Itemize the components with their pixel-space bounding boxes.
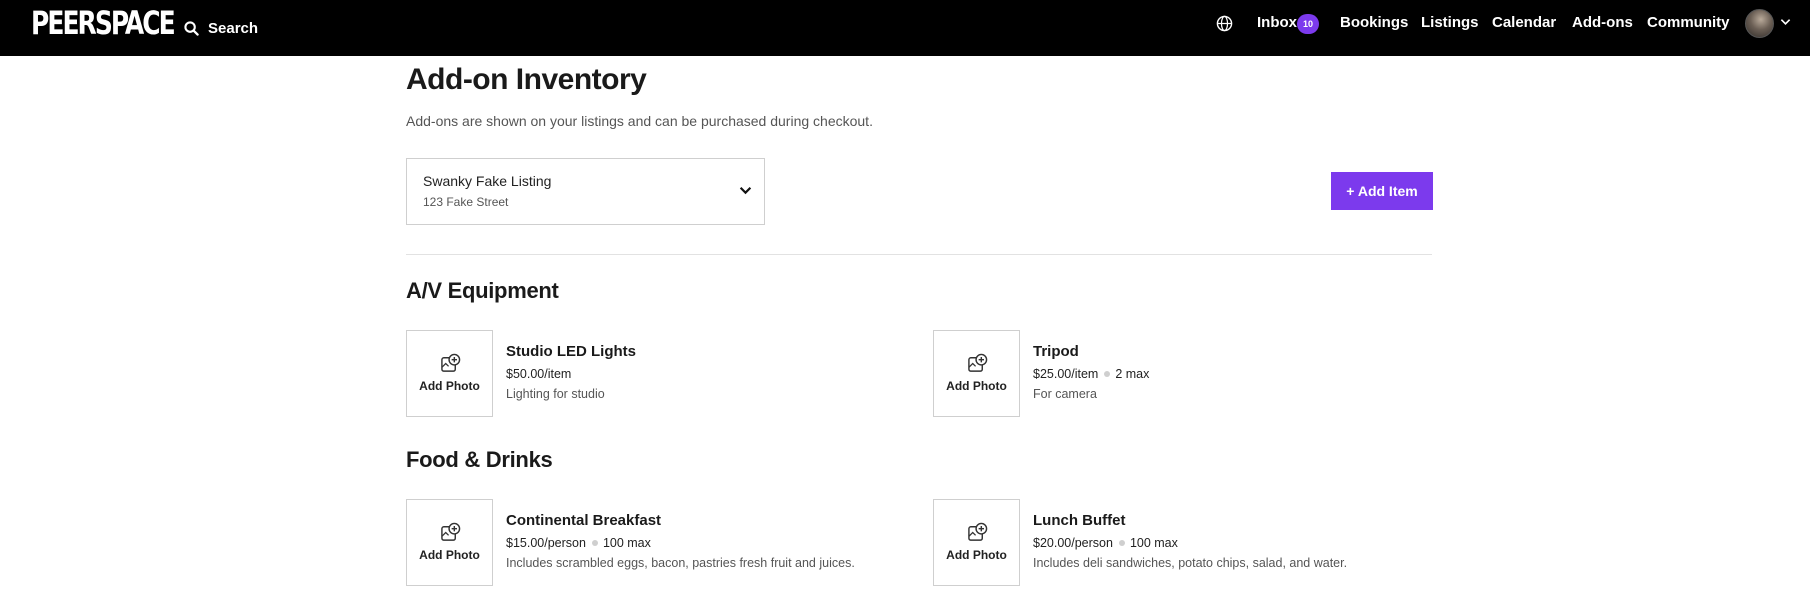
item-price: $20.00/person xyxy=(1033,536,1113,550)
item-name[interactable]: Tripod xyxy=(1033,343,1079,360)
addon-card: Add Photo Tripod $25.00/item 2 max For c… xyxy=(933,330,1453,418)
item-price-row: $15.00/person 100 max xyxy=(506,536,651,550)
divider xyxy=(406,254,1432,255)
item-price-row: $25.00/item 2 max xyxy=(1033,367,1149,381)
add-photo-label: Add Photo xyxy=(419,379,480,393)
separator-dot xyxy=(591,540,598,546)
item-description: Includes scrambled eggs, bacon, pastries… xyxy=(506,556,855,570)
section-title-food-drinks: Food & Drinks xyxy=(406,447,553,472)
addon-card: Add Photo Studio LED Lights $50.00/item … xyxy=(406,330,926,418)
inbox-count-badge: 10 xyxy=(1297,14,1319,34)
nav-calendar[interactable]: Calendar xyxy=(1492,14,1556,32)
nav-addons[interactable]: Add-ons xyxy=(1572,14,1633,32)
add-photo-icon xyxy=(441,522,461,541)
item-description: Includes deli sandwiches, potato chips, … xyxy=(1033,556,1348,570)
add-photo-label: Add Photo xyxy=(419,548,480,562)
item-price: $50.00/item xyxy=(506,367,572,381)
separator-dot xyxy=(1104,371,1111,377)
section-title-av-equipment: A/V Equipment xyxy=(406,278,559,303)
page-subtitle: Add-ons are shown on your listings and c… xyxy=(406,113,873,129)
page-title: Add-on Inventory xyxy=(406,63,647,96)
addon-card: Add Photo Continental Breakfast $15.00/p… xyxy=(406,499,926,587)
item-price: $25.00/item xyxy=(1033,367,1099,381)
nav-inbox[interactable]: Inbox xyxy=(1257,14,1297,32)
add-photo-icon xyxy=(968,353,988,372)
listing-name: Swanky Fake Listing xyxy=(423,173,552,189)
nav-bookings[interactable]: Bookings xyxy=(1340,14,1408,32)
add-item-button[interactable]: + Add Item xyxy=(1331,172,1433,210)
add-photo-icon xyxy=(968,522,988,541)
chevron-down-icon[interactable] xyxy=(1780,18,1791,26)
item-description: For camera xyxy=(1033,387,1097,401)
item-price-row: $50.00/item xyxy=(506,367,571,381)
search-icon xyxy=(184,20,199,36)
separator-dot xyxy=(1118,540,1125,546)
user-avatar[interactable] xyxy=(1745,9,1774,38)
item-name[interactable]: Studio LED Lights xyxy=(506,343,636,360)
item-max: 100 max xyxy=(1129,536,1178,550)
add-photo-button[interactable]: Add Photo xyxy=(933,499,1020,586)
search-label: Search xyxy=(208,19,259,37)
search-button[interactable]: Search xyxy=(184,13,258,43)
add-photo-label: Add Photo xyxy=(946,548,1007,562)
language-globe-icon[interactable] xyxy=(1216,15,1233,37)
add-photo-button[interactable]: Add Photo xyxy=(406,330,493,417)
item-description: Lighting for studio xyxy=(506,387,605,401)
add-photo-icon xyxy=(441,353,461,372)
item-price: $15.00/person xyxy=(506,536,586,550)
add-photo-button[interactable]: Add Photo xyxy=(933,330,1020,417)
nav-listings[interactable]: Listings xyxy=(1421,14,1479,32)
peerspace-logo[interactable]: PEERSPACE xyxy=(31,6,176,40)
add-photo-button[interactable]: Add Photo xyxy=(406,499,493,586)
nav-community[interactable]: Community xyxy=(1647,14,1730,32)
listing-address: 123 Fake Street xyxy=(423,195,509,209)
chevron-down-icon xyxy=(739,187,752,195)
add-photo-label: Add Photo xyxy=(946,379,1007,393)
item-name[interactable]: Lunch Buffet xyxy=(1033,512,1125,529)
item-max: 2 max xyxy=(1115,367,1150,381)
item-name[interactable]: Continental Breakfast xyxy=(506,512,661,529)
listing-selector[interactable]: Swanky Fake Listing 123 Fake Street xyxy=(406,158,765,225)
item-price-row: $20.00/person 100 max xyxy=(1033,536,1178,550)
addon-card: Add Photo Lunch Buffet $20.00/person 100… xyxy=(933,499,1453,587)
item-max: 100 max xyxy=(602,536,651,550)
top-navbar: PEERSPACE Search Inbox 10 Bookings Listi… xyxy=(0,0,1810,56)
